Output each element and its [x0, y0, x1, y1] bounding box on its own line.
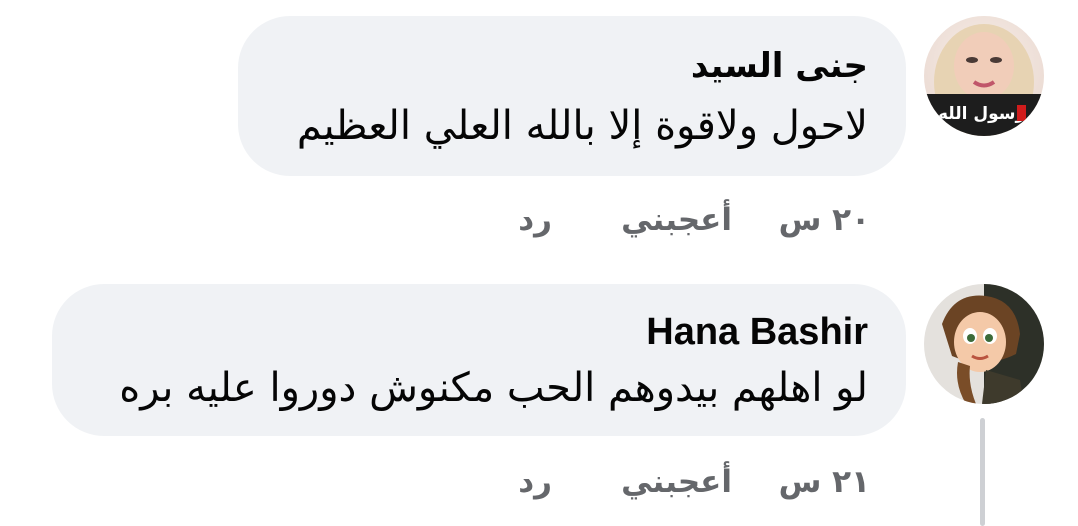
comment-1-author[interactable]: جنى السيد: [691, 46, 868, 86]
comment-1-bubble: جنى السيد لاحول ولاقوة إلا بالله العلي ا…: [238, 16, 906, 176]
cartoon-girl-portrait-icon: [924, 284, 1044, 404]
comment-1-avatar[interactable]: رسول الله: [924, 16, 1044, 136]
comment-1-time[interactable]: ٢٠ س: [779, 200, 870, 240]
comment-2-author[interactable]: Hana Bashir: [646, 312, 868, 352]
comment-2-like-button[interactable]: أعجبني: [621, 462, 732, 502]
comment-2-time[interactable]: ٢١ س: [779, 462, 870, 502]
comment-1-reply-button[interactable]: رد: [518, 200, 552, 240]
comment-1-text: لاحول ولاقوة إلا بالله العلي العظيم: [296, 103, 868, 149]
comment-1-actions: ٢٠ س أعجبني رد: [500, 200, 880, 240]
comment-2-reply-button[interactable]: رد: [518, 462, 552, 502]
comment-2-text: لو اهلهم بيدوهم الحب مكنوش دوروا عليه بر…: [119, 365, 868, 411]
avatar-badge-flag-icon: [1017, 105, 1026, 121]
comment-2-actions: ٢١ س أعجبني رد: [500, 462, 880, 502]
comment-1-like-button[interactable]: أعجبني: [621, 200, 732, 240]
comment-2-avatar[interactable]: [924, 284, 1044, 404]
comment-2-bubble: Hana Bashir لو اهلهم بيدوهم الحب مكنوش د…: [52, 284, 906, 436]
avatar-badge-text: رسول الله: [938, 104, 1026, 124]
reply-thread-line: [980, 418, 985, 526]
